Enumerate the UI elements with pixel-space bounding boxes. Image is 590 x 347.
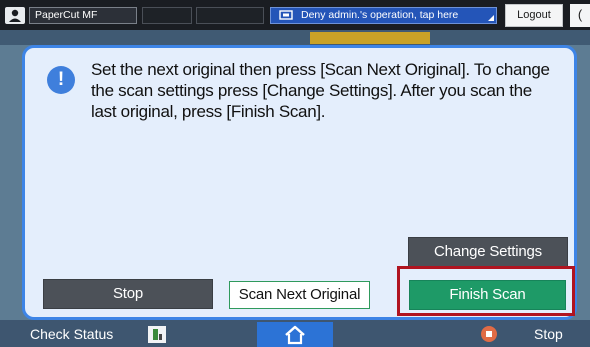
logout-button[interactable]: Logout [505,4,563,27]
top-status-bar: PaperCut MF Deny admin.'s operation, tap… [0,0,590,30]
background-yellow-tab [310,32,430,44]
change-settings-button[interactable]: Change Settings [408,237,568,267]
highlight-box [397,266,575,316]
status-icon[interactable] [148,326,166,343]
monitor-icon [279,10,293,26]
top-slot-2 [196,7,264,24]
top-right-button[interactable]: ( [570,4,590,27]
dialog-message: Set the next original then press [Scan N… [91,60,550,121]
home-icon [285,325,305,345]
scan-next-original-button[interactable]: Scan Next Original [229,281,370,309]
user-icon[interactable] [5,7,25,24]
bottom-bar: Check Status Stop [0,320,590,347]
deny-admin-label: Deny admin.'s operation, tap here [301,9,459,21]
home-button[interactable] [257,322,333,347]
info-icon: ! [47,66,75,94]
stop-icon[interactable] [481,326,497,342]
deny-admin-operation-button[interactable]: Deny admin.'s operation, tap here [270,7,497,24]
check-status-button[interactable]: Check Status [30,324,113,344]
background-screen-strip [0,30,590,45]
stop-button[interactable]: Stop [43,279,213,309]
top-slot-1 [142,7,192,24]
corner-arrow-icon [488,15,494,21]
stop-bottom-button[interactable]: Stop [534,324,563,344]
user-name-label[interactable]: PaperCut MF [29,7,137,24]
